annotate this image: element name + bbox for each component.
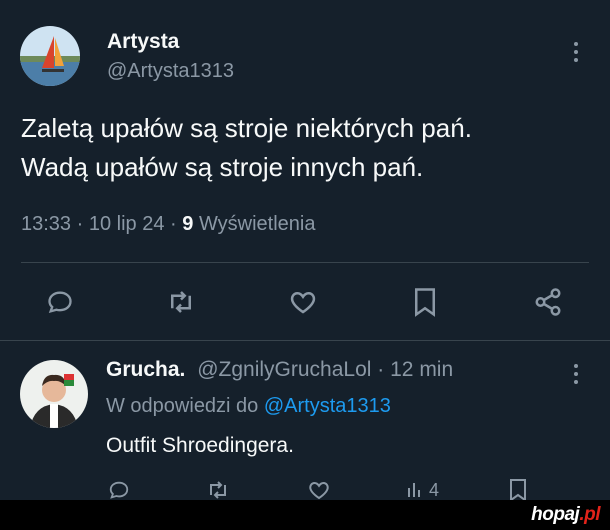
tweet-meta: 13:33 · 10 lip 24 · 9 Wyświetlenia bbox=[21, 213, 316, 236]
author-avatar[interactable] bbox=[20, 26, 80, 86]
watermark-bar bbox=[0, 500, 610, 530]
views-label[interactable]: Wyświetlenia bbox=[199, 213, 316, 235]
replying-to-prefix: W odpowiedzi do bbox=[106, 395, 259, 417]
divider bbox=[0, 340, 610, 341]
replying-to-line: W odpowiedzi do @Artysta1313 bbox=[106, 395, 391, 418]
reply-time[interactable]: 12 min bbox=[390, 358, 453, 381]
meta-separator: · bbox=[170, 213, 177, 235]
author-handle[interactable]: @Artysta1313 bbox=[107, 60, 234, 83]
share-icon[interactable] bbox=[533, 287, 563, 317]
reply-retweet-icon[interactable] bbox=[206, 478, 230, 502]
reply-more-options-icon[interactable] bbox=[573, 364, 579, 388]
reply-bookmark-icon[interactable] bbox=[506, 478, 530, 502]
watermark-suffix: .pl bbox=[579, 504, 600, 525]
reply-views[interactable]: 4 bbox=[406, 480, 439, 501]
more-options-icon[interactable] bbox=[573, 42, 579, 66]
bookmark-icon[interactable] bbox=[410, 287, 440, 317]
reply-display-name[interactable]: Grucha. bbox=[106, 358, 185, 381]
reply-header: Grucha. @ZgnilyGruchaLol · 12 min bbox=[106, 358, 453, 382]
tweet-text-line-1: Zaletą upałów są stroje niektórych pań. bbox=[21, 113, 472, 143]
author-display-name[interactable]: Artysta bbox=[107, 30, 179, 54]
tweet-text-line-2: Wadą upałów są stroje innych pań. bbox=[21, 152, 424, 182]
watermark-brand: hopaj bbox=[531, 504, 580, 525]
meta-separator: · bbox=[76, 213, 84, 235]
reply-like-icon[interactable] bbox=[307, 478, 331, 502]
meta-separator: · bbox=[377, 358, 385, 381]
site-watermark: hopaj.pl bbox=[531, 504, 600, 526]
reply-text: Outfit Shroedingera. bbox=[106, 434, 294, 457]
reply-handle[interactable]: @ZgnilyGruchaLol bbox=[197, 358, 371, 381]
divider bbox=[21, 262, 589, 263]
reply-reply-icon[interactable] bbox=[107, 478, 131, 502]
replying-to-handle[interactable]: @Artysta1313 bbox=[264, 395, 391, 417]
views-bar-chart-icon bbox=[408, 483, 420, 497]
tweet-time[interactable]: 13:33 bbox=[21, 213, 71, 235]
reply-icon[interactable] bbox=[45, 287, 75, 317]
reply-views-count: 4 bbox=[429, 480, 440, 500]
like-icon[interactable] bbox=[288, 287, 318, 317]
reply-author-avatar[interactable] bbox=[20, 360, 88, 428]
tweet-date[interactable]: 10 lip 24 bbox=[89, 213, 165, 235]
retweet-icon[interactable] bbox=[166, 287, 196, 317]
person-avatar-image bbox=[20, 360, 88, 428]
views-count[interactable]: 9 bbox=[182, 213, 193, 235]
sailboat-avatar-image bbox=[20, 26, 80, 86]
